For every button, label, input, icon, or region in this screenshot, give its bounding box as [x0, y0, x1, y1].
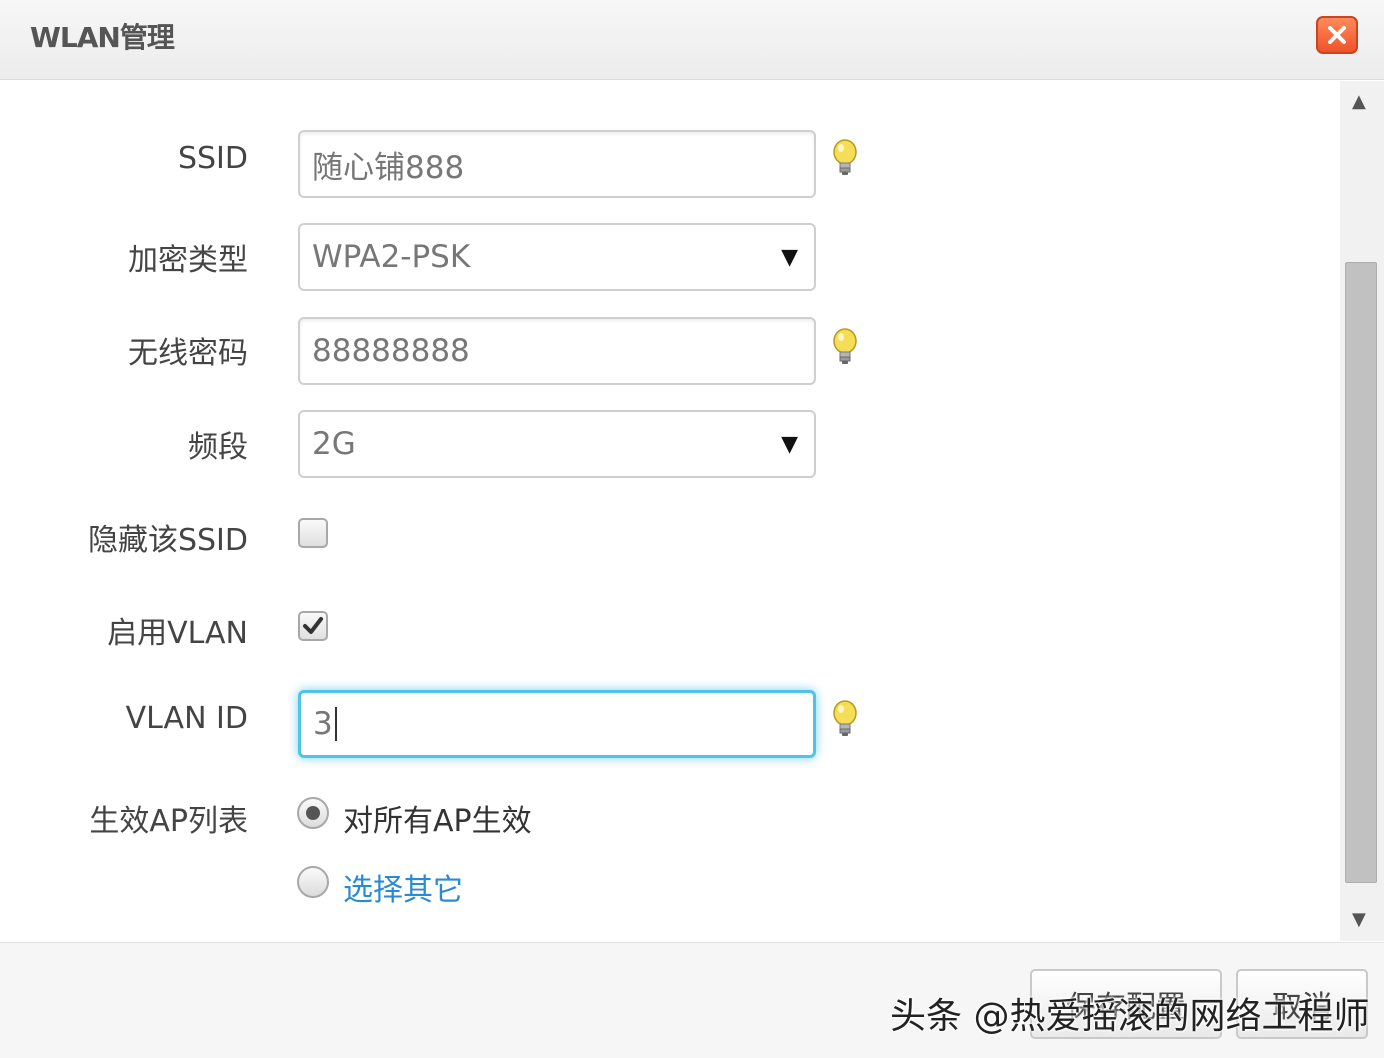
- radio-selected-dot: [306, 806, 320, 820]
- hide-ssid-label: 隐藏该SSID: [87, 523, 248, 558]
- band-label: 频段: [188, 430, 248, 465]
- close-button[interactable]: [1316, 16, 1358, 54]
- password-value: 88888888: [312, 333, 470, 369]
- radio-all-ap-label[interactable]: 对所有AP生效: [343, 796, 532, 840]
- encryption-select[interactable]: WPA2-PSK ▼: [298, 223, 816, 291]
- dialog-title: WLAN管理: [30, 21, 175, 54]
- text-cursor: [334, 707, 337, 741]
- lightbulb-icon[interactable]: [830, 327, 860, 367]
- arrow-up-icon[interactable]: ▲: [1352, 91, 1366, 112]
- lightbulb-icon[interactable]: [830, 699, 860, 739]
- scrollbar-thumb[interactable]: [1345, 262, 1377, 883]
- password-input[interactable]: 88888888: [298, 317, 816, 385]
- checkmark-icon: [303, 617, 323, 634]
- radio-choose-other-label[interactable]: 选择其它: [343, 865, 463, 909]
- ap-list-label: 生效AP列表: [89, 804, 248, 839]
- ssid-input[interactable]: 随心铺888: [298, 130, 816, 198]
- password-label: 无线密码: [128, 336, 248, 371]
- form-panel: SSID 随心铺888 加密类型 WPA2-PSK ▼ 无线密码 8888888…: [0, 81, 1340, 941]
- encryption-label: 加密类型: [128, 243, 248, 278]
- lightbulb-icon[interactable]: [830, 138, 860, 178]
- close-x-icon: [1328, 26, 1346, 44]
- ssid-value: 随心铺888: [312, 149, 465, 186]
- dialog-titlebar: WLAN管理: [0, 0, 1384, 80]
- encryption-value: WPA2-PSK: [312, 239, 471, 275]
- vlan-id-label: VLAN ID: [125, 701, 248, 736]
- vlan-id-value: 3: [313, 706, 333, 742]
- radio-choose-other[interactable]: [297, 866, 329, 898]
- hide-ssid-checkbox[interactable]: [298, 518, 328, 548]
- caret-down-icon: ▼: [781, 431, 798, 457]
- vlan-id-input[interactable]: 3: [298, 690, 816, 758]
- band-value: 2G: [312, 426, 356, 462]
- band-select[interactable]: 2G ▼: [298, 410, 816, 478]
- dialog-footer: 保存配置 取消 头条 @热爱摇滚的网络工程师: [0, 942, 1384, 1058]
- enable-vlan-label: 启用VLAN: [107, 616, 248, 651]
- caret-down-icon: ▼: [781, 244, 798, 270]
- radio-all-ap[interactable]: [297, 797, 329, 829]
- arrow-down-icon[interactable]: ▼: [1352, 909, 1366, 930]
- ssid-label: SSID: [177, 141, 248, 176]
- enable-vlan-checkbox[interactable]: [298, 611, 328, 641]
- watermark-text: 头条 @热爱摇滚的网络工程师: [890, 996, 1370, 1037]
- vertical-scrollbar[interactable]: ▲ ▼: [1340, 81, 1384, 941]
